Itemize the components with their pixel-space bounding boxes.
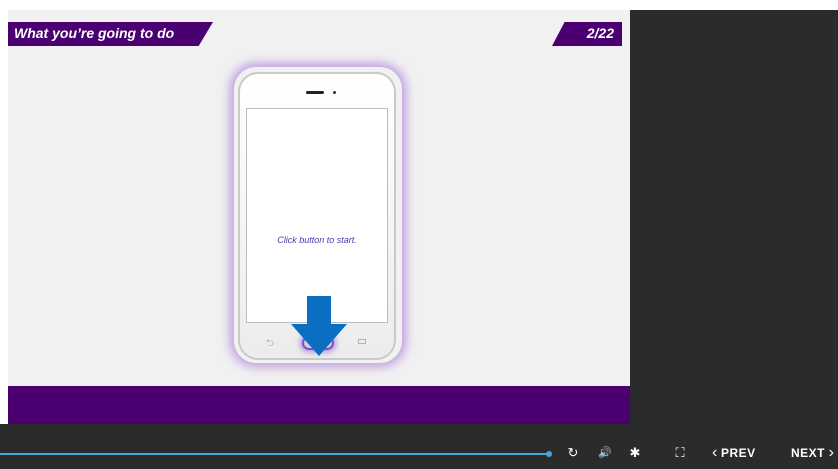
settings-icon[interactable]: ✱: [627, 445, 643, 461]
back-key-icon: ⮌: [266, 338, 275, 349]
slide-title: What you’re going to do: [14, 25, 175, 41]
instruction-text: Click button to start.: [277, 235, 357, 245]
title-banner: What you’re going to do: [8, 22, 213, 46]
slide-counter: 2/22: [586, 25, 614, 41]
phone-speaker: [306, 91, 324, 94]
phone-screen: Click button to start.: [246, 108, 388, 323]
fullscreen-icon[interactable]: ⛶: [672, 445, 688, 461]
replay-icon[interactable]: ↻: [565, 445, 581, 461]
prev-label: PREV: [720, 446, 756, 460]
progress-bar[interactable]: [0, 453, 550, 455]
top-strip: [0, 0, 838, 10]
next-label: NEXT: [791, 446, 826, 460]
next-button[interactable]: NEXT ›: [791, 445, 834, 461]
slide-counter-banner: 2/22: [552, 22, 622, 46]
down-arrow-icon: [291, 296, 347, 356]
left-strip: [0, 10, 8, 424]
chevron-left-icon: ‹: [712, 444, 718, 461]
progress-knob[interactable]: [546, 451, 552, 457]
volume-icon[interactable]: 🔊: [597, 445, 613, 461]
slide-footer-band: [8, 386, 630, 424]
phone-camera: [333, 91, 336, 94]
menu-key-icon: [358, 339, 366, 344]
slide-canvas: What you’re going to do 2/22 Click butto…: [8, 10, 630, 386]
chevron-right-icon: ›: [828, 444, 834, 461]
prev-button[interactable]: ‹ PREV: [712, 445, 756, 461]
